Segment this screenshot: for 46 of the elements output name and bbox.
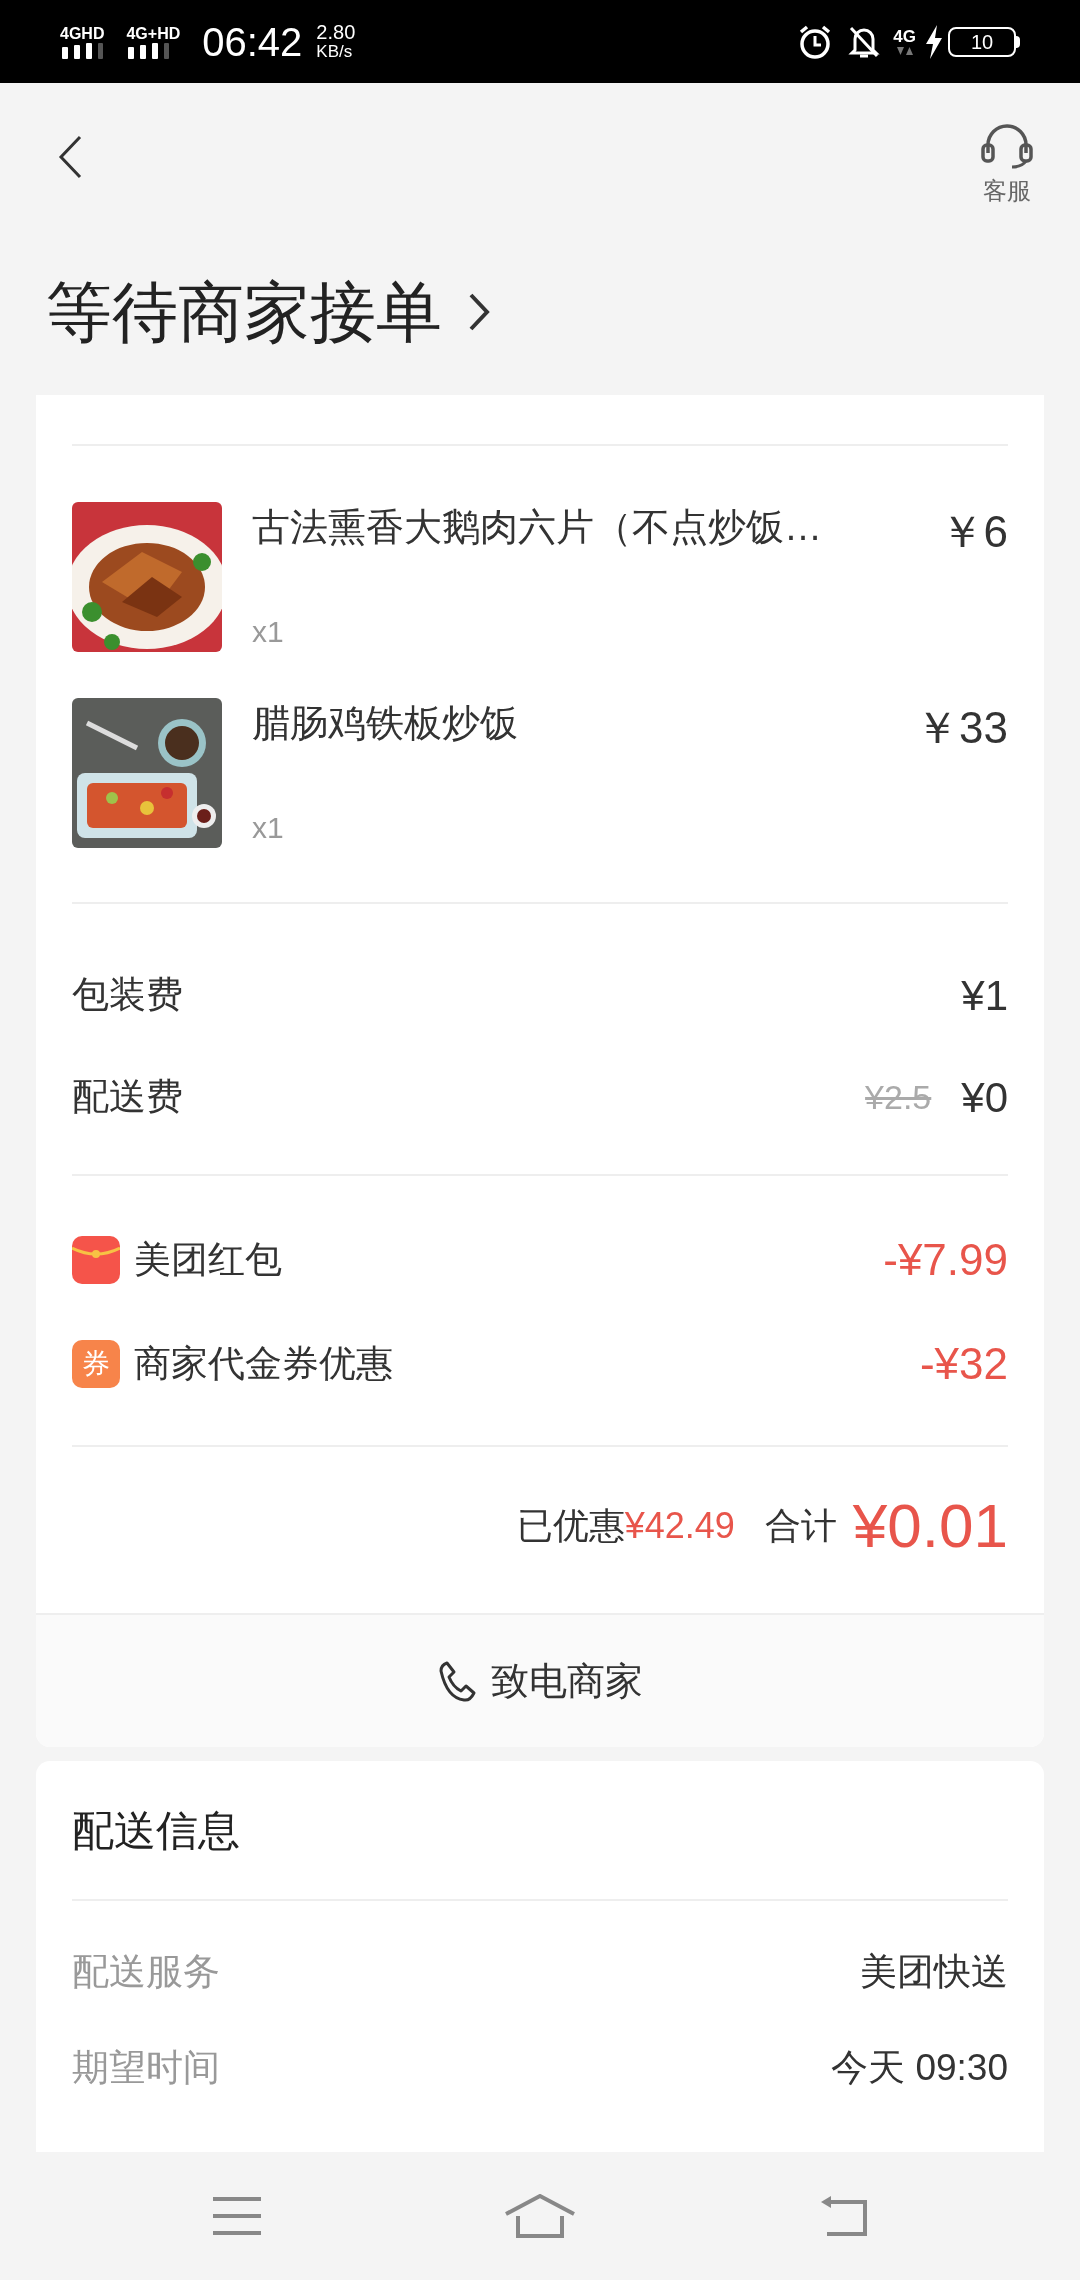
- network-label: 4G+HD: [126, 24, 181, 43]
- info-label: 配送服务: [72, 1950, 220, 1995]
- info-value: 今天 09:30: [831, 2046, 1008, 2091]
- network-label: 4G: [893, 26, 916, 47]
- fee-label: 配送费: [72, 1075, 183, 1120]
- voucher-icon: 券: [72, 1340, 120, 1388]
- back-icon: [58, 135, 82, 179]
- original-price: ¥2.5: [865, 1076, 932, 1118]
- discount-label: 美团红包: [134, 1238, 283, 1283]
- speed-unit: KB/s: [316, 41, 354, 62]
- total-amount: ¥0.01: [852, 1495, 1008, 1557]
- signal-icon: [126, 42, 171, 59]
- battery-icon: 10: [948, 26, 1016, 57]
- charging-icon: [924, 24, 944, 59]
- signal-icon: [60, 42, 104, 59]
- envelope-icon: [72, 1236, 120, 1284]
- network-label: 4GHD: [60, 24, 105, 43]
- saved-label: 已优惠: [516, 1504, 625, 1548]
- support-button[interactable]: 客服: [978, 123, 1036, 209]
- clock: 06:42: [202, 18, 303, 66]
- total-label: 合计: [764, 1504, 837, 1548]
- fee-label: 包装费: [72, 973, 183, 1018]
- home-icon[interactable]: [504, 2194, 576, 2238]
- item-quantity: x1: [252, 810, 285, 846]
- headset-icon: [978, 123, 1036, 169]
- saved-amount: ¥42.49: [624, 1504, 735, 1548]
- fee-amount: ¥1: [961, 970, 1008, 1021]
- status-title-link[interactable]: 等待商家接单: [46, 279, 490, 345]
- item-name: 古法熏香大鹅肉六片（不点炒饭…: [252, 505, 823, 550]
- section-title: 配送信息: [72, 1805, 240, 1856]
- phone-icon: [437, 1659, 477, 1703]
- info-label: 期望时间: [72, 2046, 220, 2091]
- data-arrows-icon: [894, 46, 915, 57]
- item-price: ￥6: [939, 506, 1008, 558]
- info-value: 美团快送: [860, 1950, 1008, 1995]
- discount-label: 商家代金券优惠: [134, 1342, 394, 1387]
- speed-value: 2.80: [316, 21, 356, 42]
- item-quantity: x1: [252, 614, 285, 650]
- menu-icon[interactable]: [210, 2196, 263, 2236]
- item-price: ￥33: [915, 702, 1008, 754]
- chevron-icon: [468, 292, 490, 332]
- discount-amount: -¥32: [919, 1338, 1008, 1390]
- discount-amount: -¥7.99: [883, 1234, 1008, 1286]
- item-name: 腊肠鸡铁板炒饭: [252, 701, 519, 746]
- fee-amount: ¥0: [961, 1072, 1008, 1123]
- call-merchant-button[interactable]: 致电商家: [36, 1613, 1044, 1747]
